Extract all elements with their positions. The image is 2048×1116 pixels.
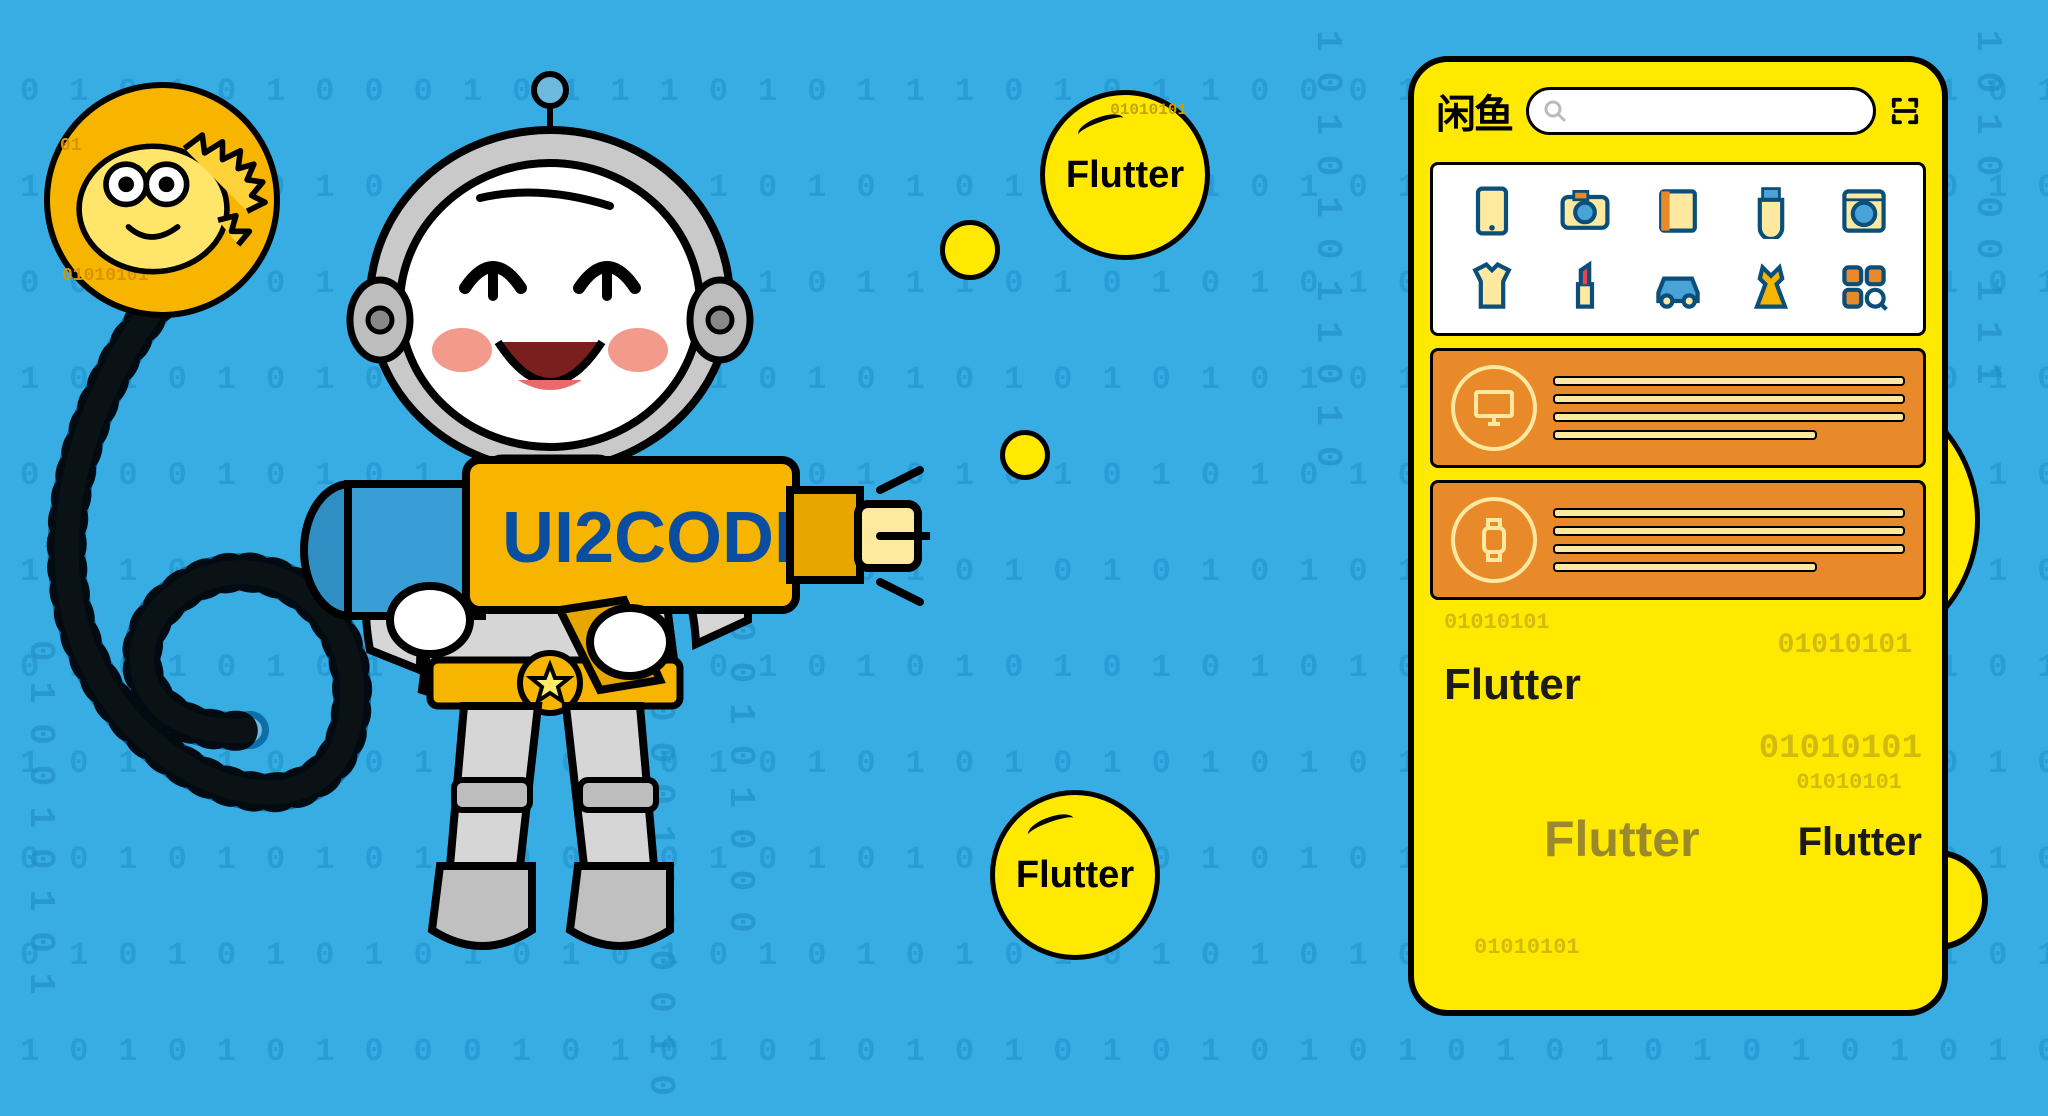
placeholder-line [1553,508,1905,518]
scan-icon[interactable] [1890,96,1920,126]
placeholder-line [1553,394,1905,404]
bottle-icon[interactable] [1743,183,1799,239]
vertical-binary: 101000111 [1967,30,2008,404]
placeholder-line [1553,430,1817,440]
flutter-text: Flutter [1544,810,1700,868]
flutter-bubble: Flutter 01010101 [1040,90,1210,260]
flutter-bubble: Flutter [990,790,1160,960]
category-grid [1430,162,1926,336]
watch-icon [1451,497,1537,583]
phone-icon[interactable] [1464,183,1520,239]
grid-icon[interactable] [1836,259,1892,315]
placeholder-line [1553,376,1905,386]
book-icon[interactable] [1650,183,1706,239]
placeholder-line [1553,412,1905,422]
car-icon[interactable] [1650,259,1706,315]
vertical-binary: 10101011010 [1307,30,1348,488]
phone-lower: 01010101 01010101 01010101 01010101 0101… [1414,600,1942,980]
feed-card[interactable] [1430,480,1926,600]
placeholder-line [1553,526,1905,536]
monitor-icon [1451,365,1537,451]
lipstick-icon[interactable] [1557,259,1613,315]
flutter-text: Flutter [1444,660,1581,710]
camera-icon[interactable] [1557,183,1613,239]
bubble-label: Flutter [1066,154,1184,197]
bubble-small [940,220,1000,280]
shirt-icon[interactable] [1464,259,1520,315]
xianyu-logo: 闲鱼 [1436,82,1512,140]
bubble-label: Flutter [1016,854,1134,897]
phone-mockup: 闲鱼 [1408,56,1948,1016]
robot-astronaut: UI2CODE [230,60,930,1020]
search-icon [1543,99,1567,123]
dress-icon[interactable] [1743,259,1799,315]
feed-card[interactable] [1430,348,1926,468]
bubble-small [1000,430,1050,480]
flutter-text: Flutter [1798,820,1922,865]
search-input[interactable] [1526,87,1876,135]
hero-label: UI2CODE [502,498,822,578]
placeholder-line [1553,562,1817,572]
placeholder-line [1553,544,1905,554]
washer-icon[interactable] [1836,183,1892,239]
